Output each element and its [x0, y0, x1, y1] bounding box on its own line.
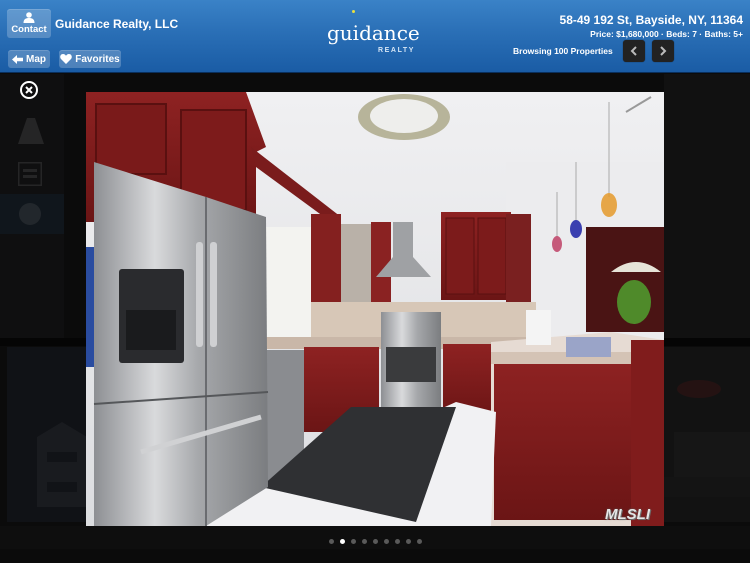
property-address: 58-49 192 St, Bayside, NY, 11364: [559, 13, 743, 27]
pager-dot[interactable]: [416, 539, 422, 544]
next-property-button[interactable]: [652, 40, 674, 62]
pager-dot[interactable]: [394, 539, 400, 544]
app-header: Contact Guidance Realty, LLC Map Favorit…: [0, 0, 750, 73]
background-sidebar: [0, 74, 64, 339]
property-photo[interactable]: MLSLI: [86, 92, 664, 526]
close-icon: [25, 86, 33, 94]
background-house-thumbnail: [7, 347, 87, 522]
favorites-button[interactable]: Favorites: [59, 50, 121, 68]
background-right-column: [664, 74, 750, 338]
previous-property-button[interactable]: [623, 40, 645, 62]
browsing-count: Browsing 100 Properties: [513, 46, 613, 56]
heart-icon: [60, 54, 73, 64]
pager-dot[interactable]: [361, 539, 367, 544]
guidance-realty-logo: guidance REALTY: [322, 8, 420, 58]
pager-dot[interactable]: [405, 539, 411, 544]
list-icon: [18, 162, 42, 186]
pager-dot[interactable]: [372, 539, 378, 544]
kitchen-photo: [86, 92, 664, 526]
pager-dot[interactable]: [350, 539, 356, 544]
map-label: Map: [26, 53, 46, 65]
background-room-thumbnail: [664, 347, 750, 522]
chevron-left-icon: [630, 46, 637, 56]
chevron-right-icon: [660, 46, 667, 56]
logo-sub-text: REALTY: [378, 47, 416, 54]
person-icon: [23, 12, 35, 23]
pager-dot[interactable]: [339, 539, 345, 544]
property-specs: Price: $1,680,000 · Beds: 7 · Baths: 5+: [590, 29, 743, 39]
contact-button[interactable]: Contact: [7, 9, 51, 38]
arrow-left-icon: [12, 54, 23, 64]
map-button[interactable]: Map: [8, 50, 50, 68]
company-name: Guidance Realty, LLC: [55, 17, 179, 31]
logo-dot: [352, 10, 355, 13]
pager-dot[interactable]: [383, 539, 389, 544]
close-viewer-button[interactable]: [20, 81, 38, 99]
road-icon: [18, 118, 44, 144]
contact-label: Contact: [11, 24, 47, 35]
play-icon: [19, 203, 41, 225]
favorites-label: Favorites: [75, 53, 120, 65]
pager-dot[interactable]: [328, 539, 334, 544]
mlsli-watermark: MLSLI: [605, 506, 650, 523]
logo-main-text: guidance: [327, 21, 420, 45]
photo-pager[interactable]: [0, 539, 750, 549]
